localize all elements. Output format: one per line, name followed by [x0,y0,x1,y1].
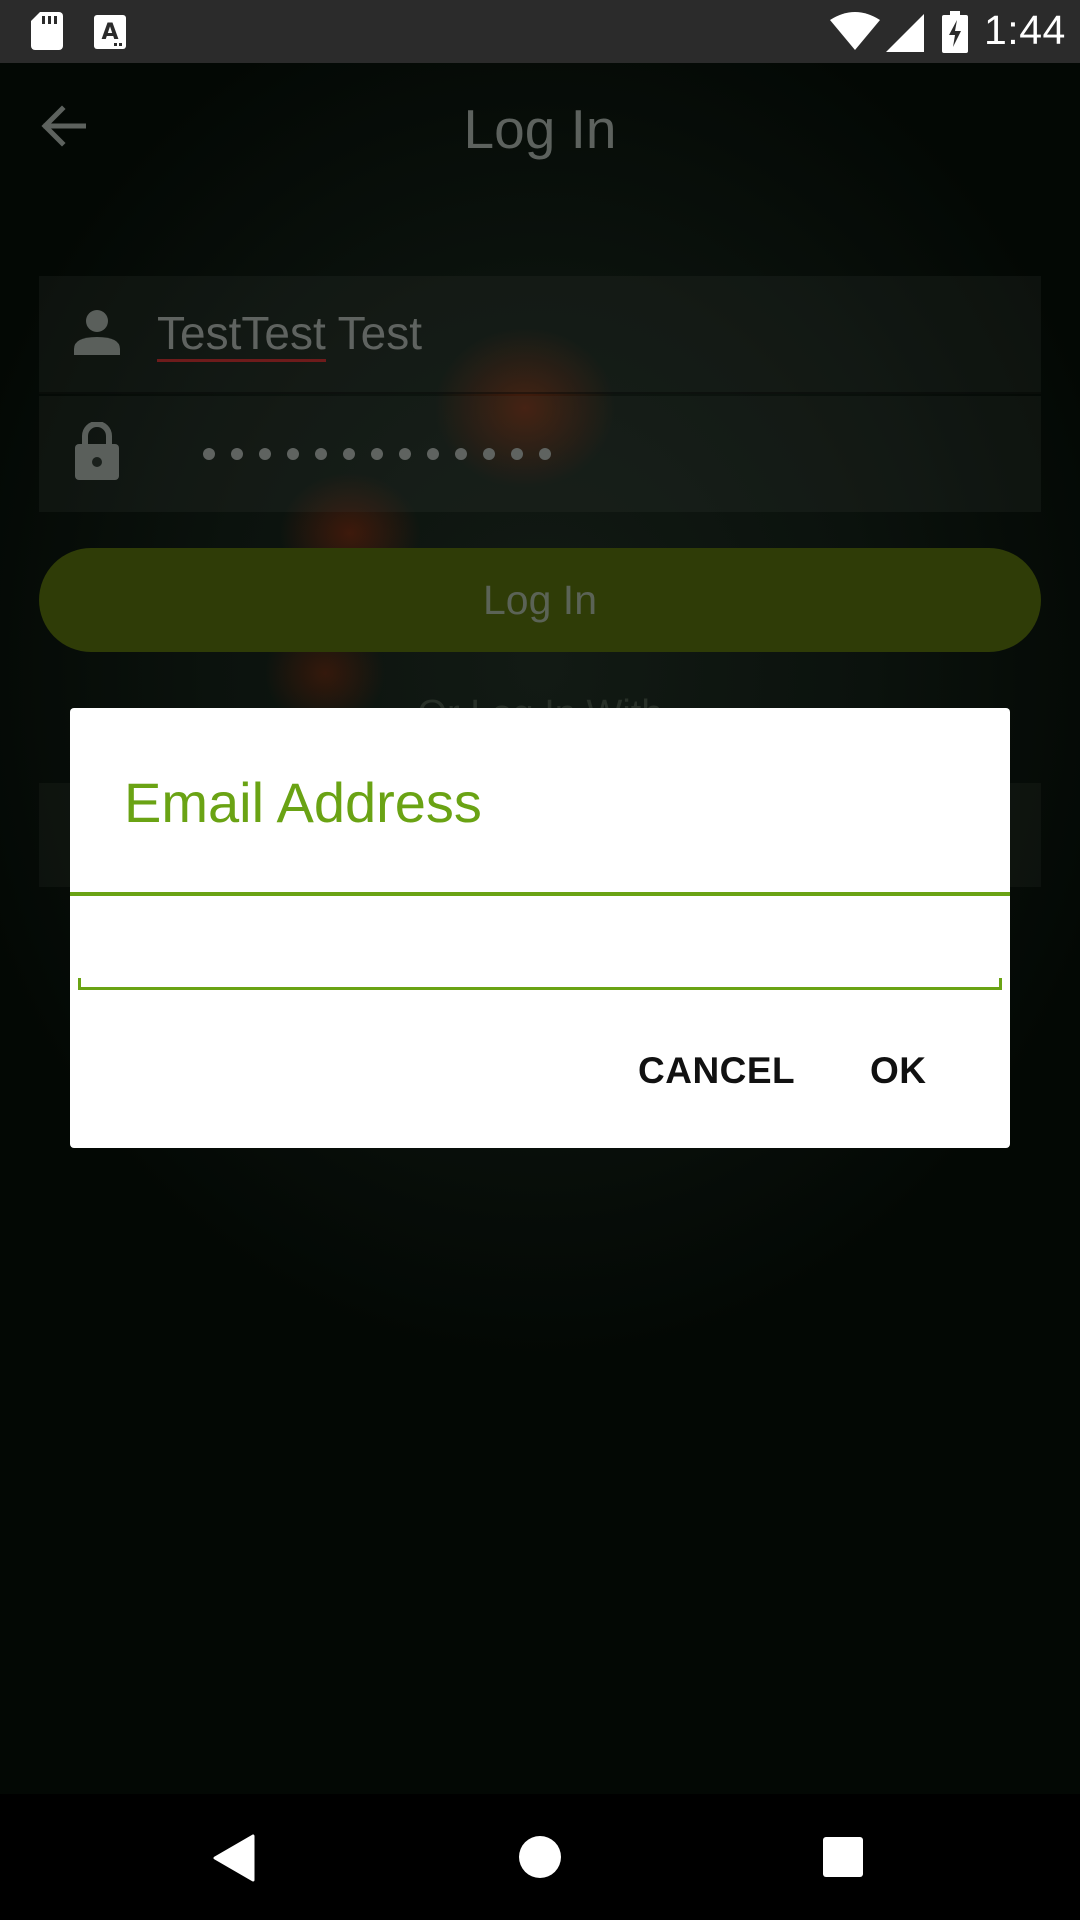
cancel-button[interactable]: CANCEL [638,1050,795,1092]
password-input[interactable] [202,447,562,461]
dialog-divider [70,892,1010,896]
svg-text:A: A [101,20,118,45]
text-a-icon: A [94,15,126,49]
email-dialog: Email Address CANCEL OK [70,708,1010,1148]
navigation-bar [0,1794,1080,1920]
password-field[interactable] [39,396,1041,512]
username-input[interactable]: TestTest Test [157,306,423,362]
ok-button[interactable]: OK [870,1050,927,1092]
signal-icon [886,14,924,52]
status-clock: 1:44 [984,7,1066,53]
dialog-title: Email Address [124,771,482,834]
login-button[interactable]: Log In [39,548,1041,652]
email-input[interactable] [78,978,1002,990]
lock-icon [75,422,119,480]
battery-charging-icon [942,11,968,53]
wifi-icon [830,12,880,50]
username-field[interactable]: TestTest Test [39,276,1041,394]
sd-card-icon [31,12,63,50]
page-title: Log In [463,98,617,160]
person-icon [74,310,120,355]
nav-recents-icon[interactable] [823,1837,863,1877]
nav-home-icon[interactable] [518,1835,562,1879]
status-bar: A 1:44 [0,0,1080,63]
username-misspelled-word: TestTest [157,307,326,362]
username-rest: Test [325,307,423,359]
nav-back-icon[interactable] [213,1834,255,1882]
